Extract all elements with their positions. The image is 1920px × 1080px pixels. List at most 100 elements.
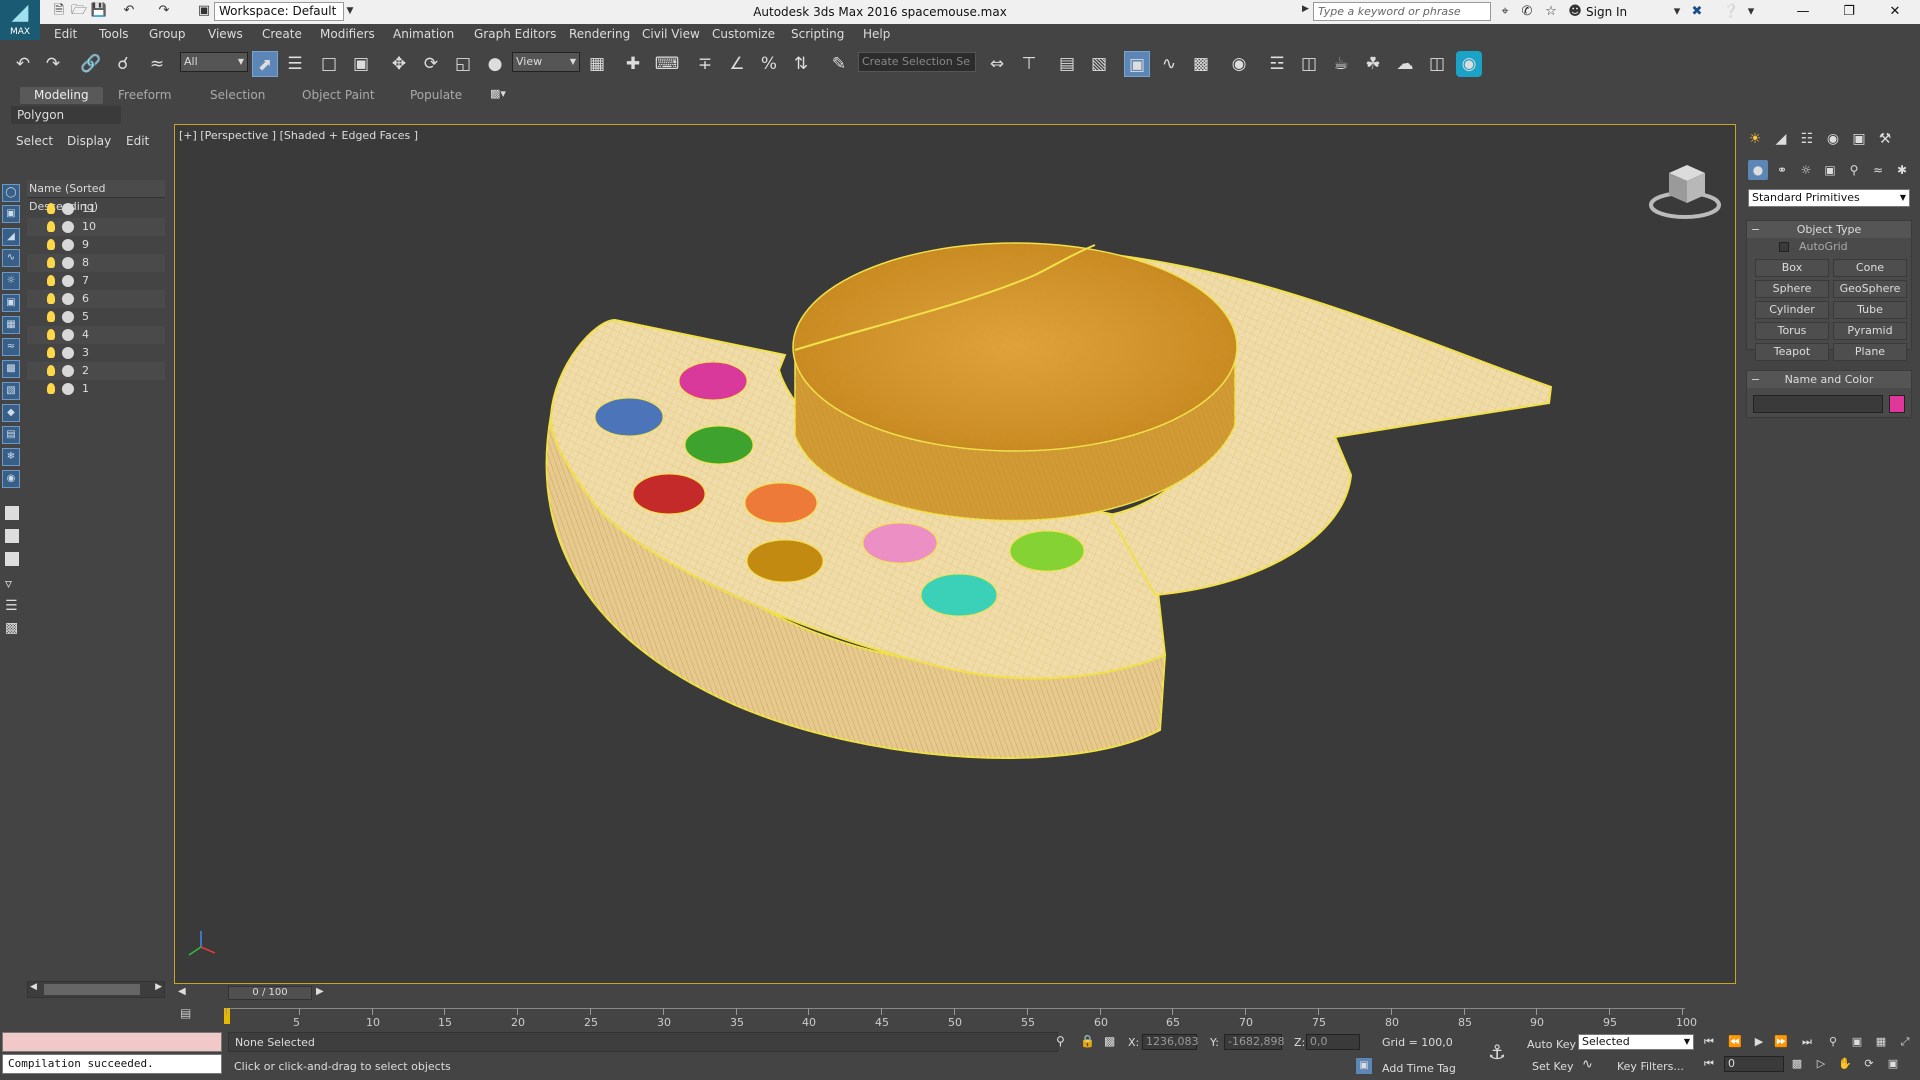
set-key-mode-key-icon[interactable]: ⚓ bbox=[1488, 1040, 1506, 1064]
select-and-rotate-icon[interactable]: ⟳ bbox=[418, 51, 444, 77]
zoom-icon[interactable]: ⚲ bbox=[1824, 1034, 1842, 1050]
display-object-xrefs-icon[interactable]: ▧ bbox=[2, 382, 20, 400]
explorer-menu-edit[interactable]: Edit bbox=[126, 134, 149, 148]
scene-model[interactable] bbox=[175, 125, 1736, 984]
unlink-selection-icon[interactable]: ☌ bbox=[110, 51, 136, 77]
binoculars-icon[interactable]: ⌖ bbox=[1496, 3, 1514, 21]
auto-key-button[interactable]: Auto Key bbox=[1527, 1038, 1576, 1051]
sign-in-arrow-icon[interactable]: ▾ bbox=[1668, 3, 1686, 21]
menu-modifiers[interactable]: Modifiers bbox=[320, 24, 375, 44]
orbit-icon[interactable]: ⟳ bbox=[1860, 1056, 1878, 1072]
display-bones-icon[interactable]: ◆ bbox=[2, 404, 20, 422]
perspective-viewport[interactable]: [+] [Perspective ] [Shaded + Edged Faces… bbox=[174, 124, 1736, 984]
tab-populate[interactable]: Populate bbox=[396, 87, 476, 104]
favorites-star-icon[interactable]: ☆ bbox=[1542, 3, 1560, 21]
angle-snap-icon[interactable]: ∠ bbox=[724, 51, 750, 77]
menu-help[interactable]: Help bbox=[863, 24, 890, 44]
rectangular-selection-region-icon[interactable]: □ bbox=[316, 51, 342, 77]
filter-icon[interactable]: ▿ bbox=[5, 576, 12, 592]
reference-coordinate-dropdown[interactable]: View ▼ bbox=[512, 52, 580, 72]
previous-frame-icon[interactable]: ◀ bbox=[178, 986, 186, 997]
object-type-header[interactable]: − Object Type bbox=[1747, 221, 1911, 238]
list-item[interactable]: 6 bbox=[27, 290, 165, 308]
select-and-link-icon[interactable]: 🔗 bbox=[78, 51, 104, 77]
tube-button[interactable]: Tube bbox=[1833, 301, 1907, 319]
explorer-menu-select[interactable]: Select bbox=[16, 134, 53, 148]
plane-button[interactable]: Plane bbox=[1833, 343, 1907, 361]
menu-scripting[interactable]: Scripting bbox=[791, 24, 844, 44]
scroll-left-icon[interactable]: ◀ bbox=[30, 982, 37, 992]
list-item[interactable]: 1 bbox=[27, 380, 165, 398]
project-folder-icon[interactable]: ▣ bbox=[195, 2, 213, 20]
menu-create[interactable]: Create bbox=[262, 24, 302, 44]
menu-graph-editors[interactable]: Graph Editors bbox=[474, 24, 556, 44]
motion-tab-icon[interactable]: ◉ bbox=[1822, 128, 1844, 150]
zoom-extents-icon[interactable]: ▦ bbox=[1872, 1034, 1890, 1050]
select-none-icon[interactable] bbox=[5, 529, 19, 543]
material-editor-icon[interactable]: ◉ bbox=[1226, 51, 1252, 77]
visibility-icon[interactable] bbox=[62, 257, 74, 269]
time-slider-frame[interactable]: 0 / 100 bbox=[228, 986, 312, 1000]
search-input[interactable]: Type a keyword or phrase bbox=[1313, 2, 1491, 21]
go-to-start-icon[interactable]: ⏮ bbox=[1700, 1034, 1718, 1050]
tab-freeform[interactable]: Freeform bbox=[104, 87, 185, 104]
render-in-cloud-icon[interactable]: ☁ bbox=[1392, 51, 1418, 77]
z-coord-field[interactable]: 0,0 bbox=[1306, 1034, 1360, 1050]
toggle-ribbon-icon[interactable]: ▣ bbox=[1124, 51, 1150, 77]
pyramid-button[interactable]: Pyramid bbox=[1833, 322, 1907, 340]
light-bulb-icon[interactable] bbox=[47, 293, 55, 304]
display-hidden-icon[interactable]: ◉ bbox=[2, 470, 20, 488]
x-coord-field[interactable]: 1236,083 bbox=[1142, 1034, 1199, 1050]
absolute-mode-icon[interactable]: ▩ bbox=[1104, 1034, 1115, 1048]
display-none-icon[interactable]: ◯ bbox=[2, 184, 20, 202]
scroll-right-icon[interactable]: ▶ bbox=[155, 982, 162, 992]
workspace-menu-arrow-icon[interactable]: ▼ bbox=[344, 2, 356, 21]
object-name-field[interactable] bbox=[1753, 395, 1883, 413]
list-item[interactable]: 7 bbox=[27, 272, 165, 290]
schematic-view-icon[interactable]: ▩ bbox=[1188, 51, 1214, 77]
undo-icon[interactable]: ↶ bbox=[10, 51, 36, 77]
select-and-place-icon[interactable]: ● bbox=[482, 51, 508, 77]
time-slider[interactable]: ◀ 0 / 100 ▶ bbox=[174, 984, 1736, 1002]
list-item[interactable]: 8 bbox=[27, 254, 165, 272]
autogrid-checkbox[interactable] bbox=[1779, 242, 1789, 252]
sphere-button[interactable]: Sphere bbox=[1755, 280, 1829, 298]
menu-views[interactable]: Views bbox=[208, 24, 243, 44]
sign-in-link[interactable]: Sign In bbox=[1586, 0, 1627, 24]
select-invert-icon[interactable] bbox=[5, 552, 19, 566]
percent-snap-icon[interactable]: % bbox=[756, 51, 782, 77]
light-bulb-icon[interactable] bbox=[47, 203, 55, 214]
key-filters-button[interactable]: Key Filters... bbox=[1617, 1060, 1684, 1073]
bind-to-space-warp-icon[interactable]: ≈ bbox=[144, 51, 170, 77]
window-crossing-icon[interactable]: ▣ bbox=[348, 51, 374, 77]
list-item[interactable]: 3 bbox=[27, 344, 165, 362]
ribbon-panel-polygon-modeling[interactable]: Polygon Modeling bbox=[11, 106, 121, 140]
list-item[interactable]: 5 bbox=[27, 308, 165, 326]
keyboard-shortcut-override-icon[interactable]: ⌨ bbox=[654, 51, 680, 77]
previous-frame-icon[interactable]: ⏪ bbox=[1726, 1034, 1744, 1050]
go-to-end-icon[interactable]: ⏭ bbox=[1798, 1034, 1816, 1050]
menu-edit[interactable]: Edit bbox=[54, 24, 77, 44]
open-file-icon[interactable]: 🗁 bbox=[70, 2, 88, 20]
hierarchy-tab-icon[interactable]: ☷ bbox=[1796, 128, 1818, 150]
search-expand-icon[interactable]: ▶ bbox=[1302, 4, 1309, 14]
toggle-layer-explorer-icon[interactable]: ▧ bbox=[1086, 51, 1112, 77]
next-frame-icon[interactable]: ⏩ bbox=[1772, 1034, 1790, 1050]
set-key-button[interactable]: Set Key bbox=[1532, 1060, 1574, 1073]
cone-button[interactable]: Cone bbox=[1833, 259, 1907, 277]
rendered-frame-window-icon[interactable]: ◫ bbox=[1296, 51, 1322, 77]
mini-curve-editor-icon[interactable]: ▤ bbox=[180, 1006, 200, 1022]
shapes-icon[interactable]: ⚭ bbox=[1772, 160, 1792, 180]
display-frozen-icon[interactable]: ❄ bbox=[2, 448, 20, 466]
visibility-icon[interactable] bbox=[62, 293, 74, 305]
display-all-icon[interactable]: ▣ bbox=[2, 205, 20, 223]
menu-customize[interactable]: Customize bbox=[712, 24, 775, 44]
maxscript-output[interactable]: Compilation succeeded. bbox=[2, 1054, 222, 1074]
display-space-warps-icon[interactable]: ≈ bbox=[2, 338, 20, 356]
maximize-toggle-icon[interactable]: ▣ bbox=[1884, 1056, 1902, 1072]
visibility-icon[interactable] bbox=[62, 365, 74, 377]
list-item[interactable]: 10 bbox=[27, 218, 165, 236]
align-icon[interactable]: ⊤ bbox=[1016, 51, 1042, 77]
light-bulb-icon[interactable] bbox=[47, 257, 55, 268]
explorer-options-icon[interactable]: ▩ bbox=[5, 620, 18, 636]
